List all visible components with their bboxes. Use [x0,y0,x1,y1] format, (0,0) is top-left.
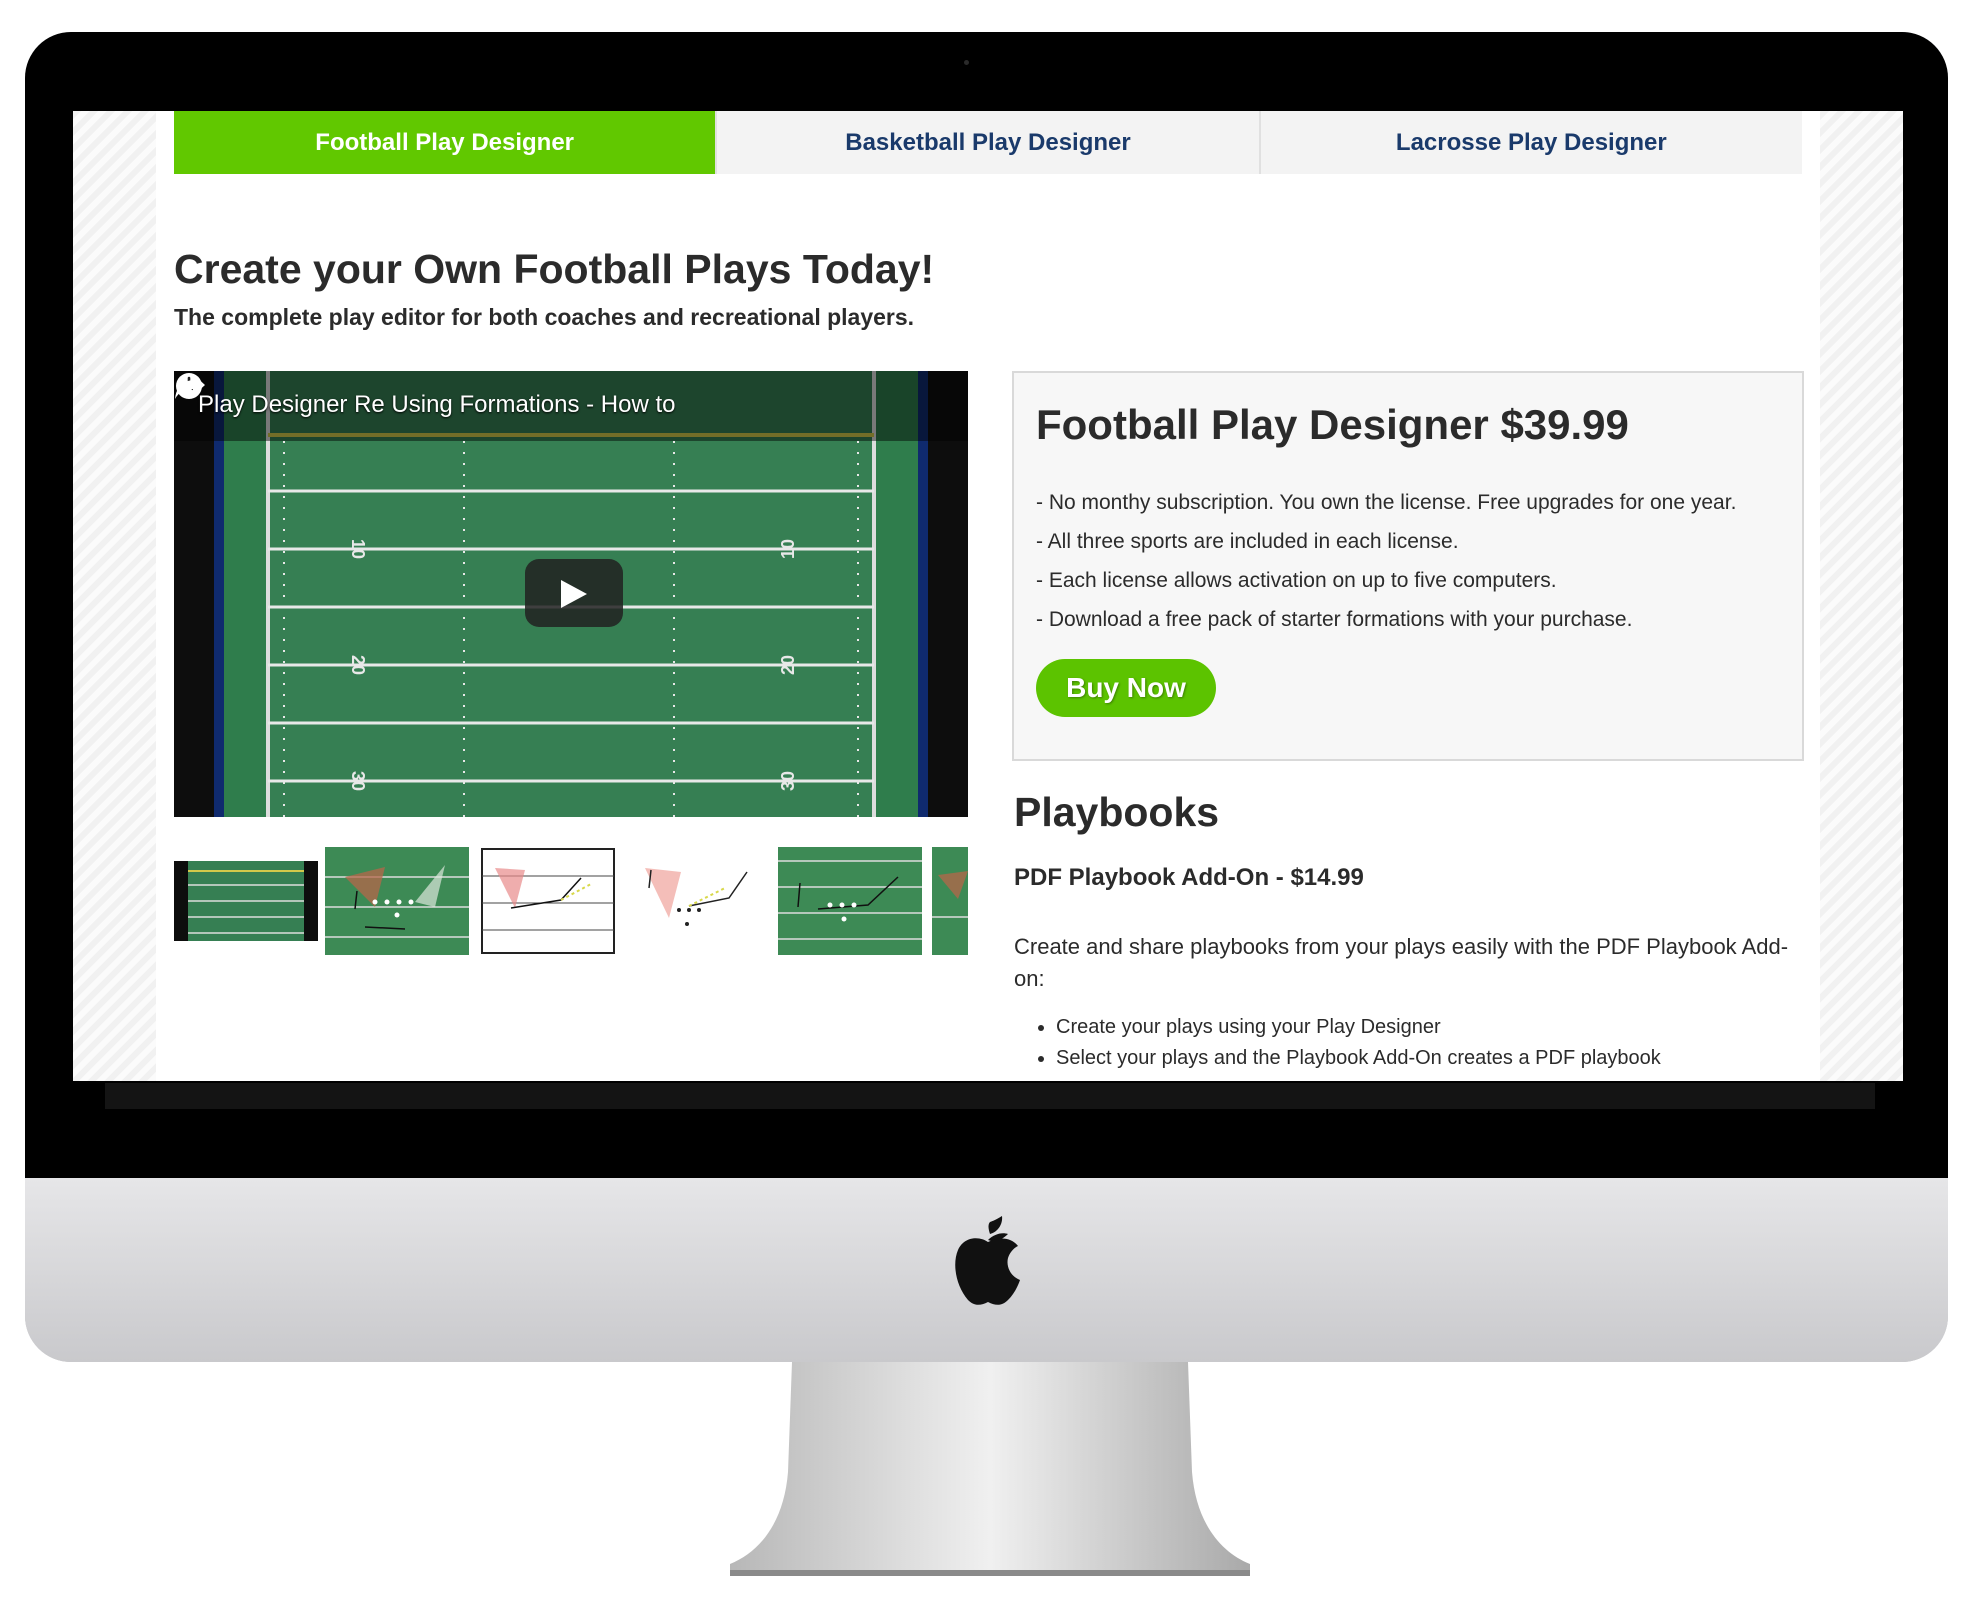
product-title: Football Play Designer $39.99 [1036,401,1629,448]
tab-football[interactable]: Football Play Designer [174,111,716,174]
page-content: Football Play Designer Basketball Play D… [156,111,1820,1081]
monitor-stand [730,1362,1250,1576]
playbook-bullet-list: Create your plays using your Play Design… [1014,1012,1661,1074]
tab-lacrosse[interactable]: Lacrosse Play Designer [1258,111,1802,174]
product-feature-list: - No monthy subscription. You own the li… [1036,483,1736,639]
yard-number: 20 [348,655,368,675]
video-thumbnail-strip [174,846,968,956]
video-title[interactable]: Play Designer Re Using Formations - How … [198,391,676,419]
screen-shadow [105,1083,1875,1109]
yard-number: 30 [778,771,798,791]
feature-item: - Download a free pack of starter format… [1036,608,1633,631]
buy-now-button[interactable]: Buy Now [1036,659,1216,717]
thumbnail-3[interactable] [481,846,615,956]
thumbnail-5[interactable] [778,846,922,956]
apple-logo-icon [955,1216,1020,1305]
page-subtitle: The complete play editor for both coache… [174,304,915,330]
feature-item: - Each license allows activation on up t… [1036,569,1557,592]
playbook-addon-title: PDF Playbook Add-On - $14.99 [1014,864,1364,891]
yard-number: 10 [348,539,368,559]
thumbnail-4[interactable] [629,846,773,956]
camera-icon [964,60,969,65]
feature-item: - All three sports are included in each … [1036,530,1459,553]
playbooks-heading: Playbooks [1014,789,1220,835]
thumbnail-6[interactable] [932,846,968,956]
share-icon[interactable] [174,371,206,401]
list-item: Create your plays using your Play Design… [1056,1012,1661,1043]
playbook-description: Create and share playbooks from your pla… [1014,934,1789,991]
thumbnail-2[interactable] [325,846,469,956]
play-icon [561,580,587,608]
screen: Football Play Designer Basketball Play D… [73,111,1903,1081]
sport-tabs: Football Play Designer Basketball Play D… [174,111,1802,174]
play-button[interactable] [525,559,623,627]
video-player[interactable]: 10 20 30 10 20 30 Play Designer Re Using… [174,371,968,817]
tab-basketball[interactable]: Basketball Play Designer [715,111,1259,174]
product-purchase-box: Football Play Designer $39.99 - No month… [1012,371,1804,761]
list-item: Select your plays and the Playbook Add-O… [1056,1043,1661,1074]
yard-number: 20 [778,655,798,675]
thumbnail-1[interactable] [174,846,318,956]
feature-item: - No monthy subscription. You own the li… [1036,491,1737,514]
yard-number: 30 [348,771,368,791]
page-title: Create your Own Football Plays Today! [174,246,935,292]
yard-number: 10 [778,539,798,559]
